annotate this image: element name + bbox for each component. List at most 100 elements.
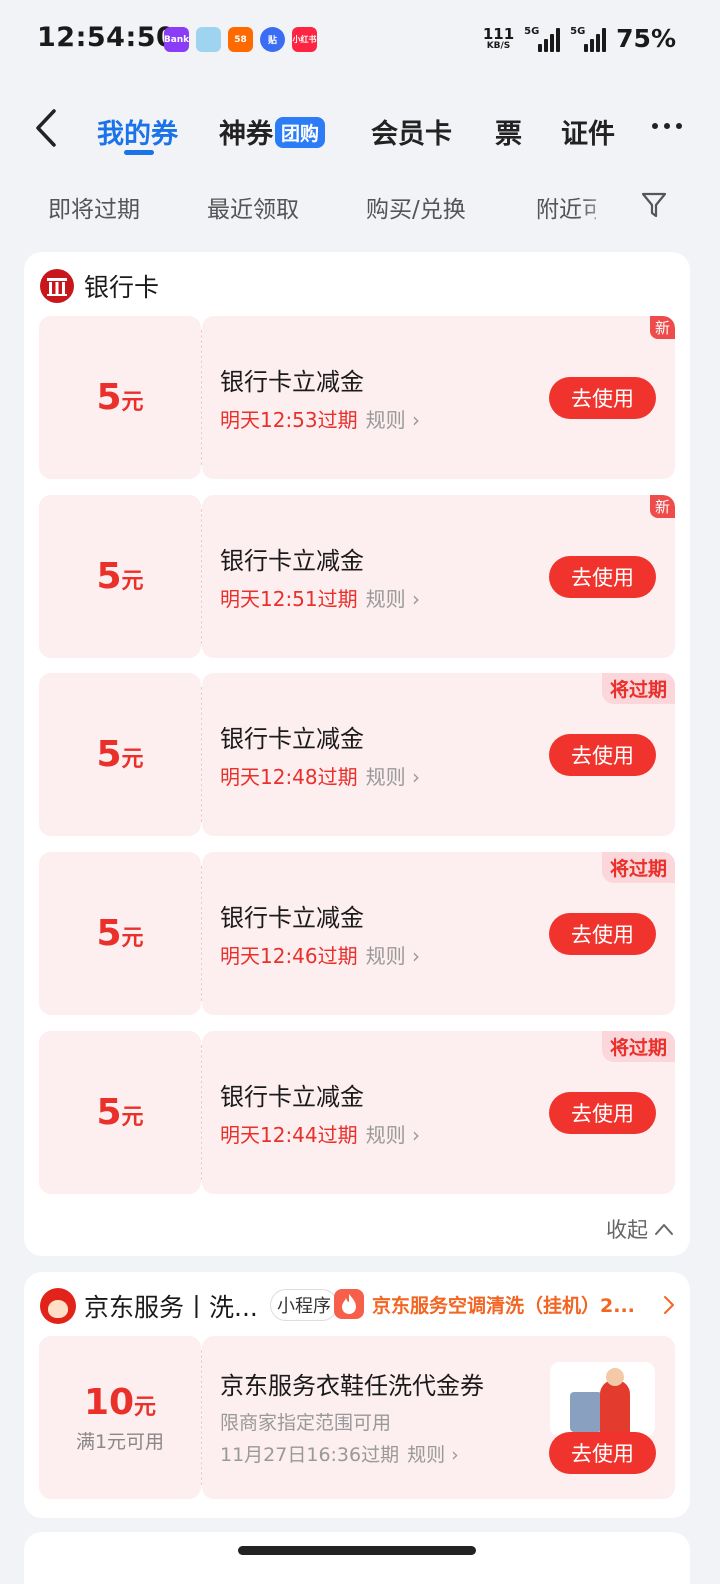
- tab-tickets[interactable]: 票: [495, 112, 522, 151]
- net-speed-value: 111: [482, 24, 515, 43]
- net-speed: 111 KB/S: [482, 24, 515, 51]
- coupon-amount: 5元: [96, 556, 143, 597]
- coupon-info: 银行卡立减金 明天12:48过期 规则 › 去使用 将过期: [202, 673, 675, 836]
- fire-icon: [334, 1289, 364, 1319]
- filter-icon[interactable]: [640, 190, 668, 220]
- rule-label: 规则: [365, 1123, 406, 1147]
- use-button[interactable]: 去使用: [549, 734, 656, 776]
- tab-god-coupons[interactable]: 神券 团购: [219, 112, 326, 151]
- chevron-right-icon: ›: [412, 765, 420, 789]
- status-bar: 12:54:50 Bank 58 贴 小红书 111 KB/S 5G 5G 75…: [0, 0, 720, 80]
- bank-section-header: 银行卡: [24, 252, 690, 314]
- coupon-title: 银行卡立减金: [220, 725, 364, 753]
- home-indicator[interactable]: [238, 1546, 476, 1555]
- coupon-card[interactable]: 5元 银行卡立减金 明天12:46过期 规则 › 去使用 将过期: [39, 852, 675, 1015]
- coupon-card[interactable]: 5元 银行卡立减金 明天12:53过期 规则 › 去使用 新: [39, 316, 675, 479]
- expiring-badge: 将过期: [601, 673, 675, 704]
- use-button[interactable]: 去使用: [549, 377, 656, 419]
- coupon-condition: 满1元可用: [75, 1430, 165, 1453]
- more-icon[interactable]: [652, 123, 682, 129]
- signal-label-2: 5G: [570, 25, 586, 37]
- filter-expiring[interactable]: 即将过期: [48, 190, 140, 224]
- amount-value: 5: [96, 1092, 122, 1133]
- tab-certificates[interactable]: 证件: [561, 112, 615, 151]
- coupon-amount: 10元: [84, 1382, 156, 1423]
- use-button[interactable]: 去使用: [549, 913, 656, 955]
- jd-service-section: 京东服务丨洗... 小程序 京东服务空调清洗（挂机）2... 10元 满1元可用…: [24, 1272, 690, 1518]
- coupon-card[interactable]: 10元 满1元可用 京东服务衣鞋任洗代金券 限商家指定范围可用 11月27日16…: [39, 1336, 675, 1499]
- amount-unit: 元: [121, 926, 144, 951]
- group-buy-badge: 团购: [275, 117, 326, 148]
- rule-label: 规则: [365, 944, 406, 968]
- top-nav: 我的券 神券 团购 会员卡 票 证件: [0, 95, 720, 165]
- active-tab-indicator: [124, 150, 154, 155]
- amount-unit: 元: [121, 747, 144, 772]
- use-button[interactable]: 去使用: [549, 556, 656, 598]
- rule-link[interactable]: 规则 ›: [407, 1444, 459, 1466]
- chevron-right-icon: ›: [412, 408, 420, 432]
- filter-recent[interactable]: 最近领取: [207, 190, 299, 224]
- coupon-card[interactable]: 5元 银行卡立减金 明天12:44过期 规则 › 去使用 将过期: [39, 1031, 675, 1194]
- back-button[interactable]: [30, 108, 66, 148]
- coupon-amount-area: 5元: [39, 316, 201, 479]
- expire-text: 明天12:51过期: [220, 587, 358, 611]
- tab-my-coupons[interactable]: 我的券: [97, 112, 178, 151]
- rule-link[interactable]: 规则 ›: [366, 944, 420, 968]
- coupon-expire: 明天12:46过期 规则 ›: [220, 940, 420, 969]
- product-thumbnail: [550, 1362, 655, 1437]
- coupon-card[interactable]: 5元 银行卡立减金 明天12:51过期 规则 › 去使用 新: [39, 495, 675, 658]
- anime-app-icon: [196, 27, 221, 52]
- rule-link[interactable]: 规则 ›: [366, 408, 420, 432]
- rule-label: 规则: [365, 765, 406, 789]
- battery-level: 75%: [616, 24, 676, 53]
- filter-row: 即将过期 最近领取 购买/兑换 附近可用: [0, 180, 720, 230]
- coupon-card[interactable]: 5元 银行卡立减金 明天12:48过期 规则 › 去使用 将过期: [39, 673, 675, 836]
- rule-link[interactable]: 规则 ›: [366, 765, 420, 789]
- xiaohongshu-app-icon: 小红书: [292, 27, 317, 52]
- amount-unit: 元: [121, 390, 144, 415]
- coupon-expire: 11月27日16:36过期 规则 ›: [220, 1440, 459, 1467]
- tab-member-card[interactable]: 会员卡: [371, 112, 452, 151]
- use-button[interactable]: 去使用: [549, 1432, 656, 1474]
- coupon-amount: 5元: [96, 377, 143, 418]
- amount-value: 10: [83, 1381, 135, 1423]
- jd-section-header[interactable]: 京东服务丨洗... 小程序 京东服务空调清洗（挂机）2...: [24, 1272, 690, 1334]
- coupon-amount-area: 5元: [39, 852, 201, 1015]
- rule-link[interactable]: 规则 ›: [366, 587, 420, 611]
- notification-icons: Bank 58 贴 小红书: [164, 27, 317, 52]
- amount-unit: 元: [121, 1105, 144, 1130]
- jd-logo-icon: [40, 1288, 76, 1324]
- coupon-title: 银行卡立减金: [220, 547, 364, 575]
- coupon-expire: 明天12:51过期 规则 ›: [220, 583, 420, 612]
- coupon-title: 银行卡立减金: [220, 368, 364, 396]
- mini-program-tag: 小程序: [270, 1289, 338, 1321]
- bank-section-title: 银行卡: [84, 273, 160, 302]
- expiring-badge: 将过期: [601, 1031, 675, 1062]
- collapse-button[interactable]: 收起: [606, 1214, 674, 1244]
- expire-text: 11月27日16:36过期: [220, 1444, 400, 1466]
- promo-text[interactable]: 京东服务空调清洗（挂机）2...: [372, 1291, 635, 1318]
- coupon-info: 银行卡立减金 明天12:51过期 规则 › 去使用 新: [202, 495, 675, 658]
- chevron-right-icon: ›: [412, 944, 420, 968]
- amount-value: 5: [96, 377, 122, 418]
- amount-unit: 元: [121, 569, 144, 594]
- bank-card-section: 银行卡 5元 银行卡立减金 明天12:53过期 规则 › 去使用 新 5元 银行卡…: [24, 252, 690, 1256]
- chevron-right-icon: ›: [412, 587, 420, 611]
- coupon-title: 银行卡立减金: [220, 1083, 364, 1111]
- collapse-label: 收起: [606, 1218, 648, 1242]
- amount-value: 5: [96, 556, 122, 597]
- coupon-info: 京东服务衣鞋任洗代金券 限商家指定范围可用 11月27日16:36过期 规则 › …: [202, 1336, 675, 1499]
- signal-icon-2: 5G: [570, 25, 607, 52]
- chevron-up-icon: [655, 1224, 673, 1235]
- rule-label: 规则: [407, 1444, 446, 1466]
- rule-link[interactable]: 规则 ›: [366, 1123, 420, 1147]
- tieba-app-icon: 贴: [260, 27, 285, 52]
- chevron-right-icon: ›: [412, 1123, 420, 1147]
- expire-text: 明天12:53过期: [220, 408, 358, 432]
- coupon-info: 银行卡立减金 明天12:44过期 规则 › 去使用 将过期: [202, 1031, 675, 1194]
- expire-text: 明天12:44过期: [220, 1123, 358, 1147]
- use-button[interactable]: 去使用: [549, 1092, 656, 1134]
- mini-program-label: 小程序: [277, 1296, 331, 1317]
- chevron-left-icon: [36, 109, 56, 147]
- filter-purchased[interactable]: 购买/兑换: [366, 190, 466, 224]
